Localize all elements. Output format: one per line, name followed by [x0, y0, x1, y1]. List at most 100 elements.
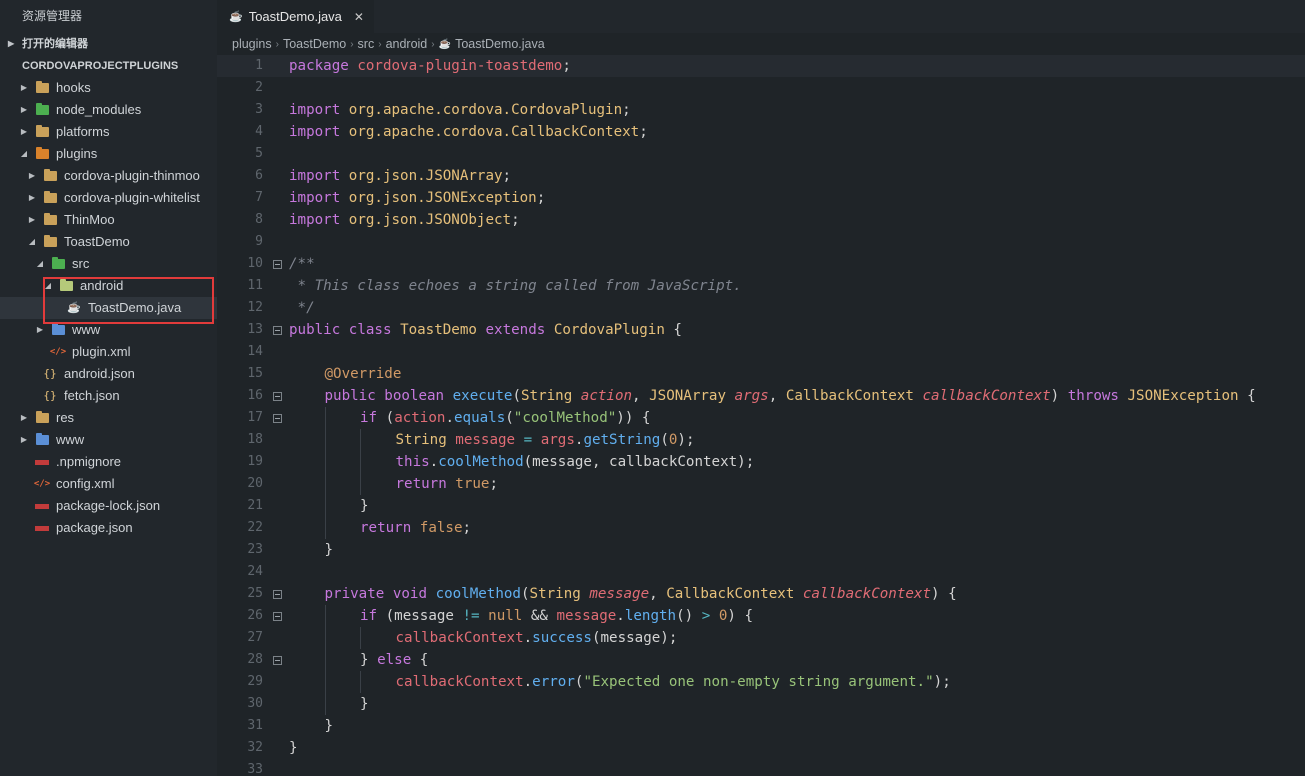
line-number: 24 [247, 564, 263, 579]
breadcrumb-item[interactable]: src [358, 37, 375, 51]
project-section[interactable]: CORDOVAPROJECTPLUGINS [0, 55, 217, 77]
fold-toggle-icon[interactable] [265, 649, 289, 671]
code-token: null [488, 608, 523, 624]
tree-item-plugin-xml[interactable]: </> plugin.xml [0, 341, 217, 363]
tree-item-www-plugin[interactable]: ▶ www [0, 319, 217, 341]
code-token: ; [562, 58, 571, 74]
code-token: "Expected one non-empty string argument.… [583, 674, 934, 690]
project-label: CORDOVAPROJECTPLUGINS [22, 60, 179, 72]
code-token: ; [511, 212, 520, 228]
line-number: 13 [247, 322, 263, 337]
tree-item-res[interactable]: ▶ res [0, 407, 217, 429]
code-token: ; [502, 168, 512, 184]
tree-item-src[interactable]: ◢ src [0, 253, 217, 275]
breadcrumb-item[interactable]: ToastDemo.java [455, 37, 545, 51]
code-token: JSONException [425, 190, 537, 206]
tree-item-toastdemo-java[interactable]: ☕ ToastDemo.java [0, 297, 217, 319]
folder-icon [34, 81, 50, 95]
line-number: 20 [247, 476, 263, 491]
fold-toggle-icon[interactable] [265, 319, 289, 341]
fold-toggle-icon[interactable] [265, 253, 289, 275]
editor-pane: ☕ ToastDemo.java ✕ plugins › ToastDemo ›… [217, 0, 1305, 776]
code-line: 20 return true; [217, 473, 1305, 495]
tree-item-hooks[interactable]: ▶ hooks [0, 77, 217, 99]
fold-toggle-icon[interactable] [265, 407, 289, 429]
code-token: . [523, 674, 533, 690]
code-token: ( [512, 388, 521, 404]
tree-item-label: cordova-plugin-whitelist [64, 190, 200, 205]
code-token: action [394, 410, 446, 426]
code-token: length [624, 608, 677, 624]
code-token: CallbackContext [511, 124, 640, 140]
code-token: ; [622, 102, 631, 118]
tree-item-thinmoo[interactable]: ▶ ThinMoo [0, 209, 217, 231]
tree-item-config-xml[interactable]: </> config.xml [0, 473, 217, 495]
fold-toggle-icon[interactable] [265, 605, 289, 627]
code-line: 26 if (message != null && message.length… [217, 605, 1305, 627]
tree-item-label: plugins [56, 146, 98, 161]
code-line: 6 import org.json.JSONArray; [217, 165, 1305, 187]
tree-item-package-json[interactable]: package.json [0, 517, 217, 539]
code-token: JSONException [1127, 388, 1239, 404]
tree-item-android[interactable]: ◢ android [0, 275, 217, 297]
tree-item-cordova-plugin-thinmoo[interactable]: ▶ cordova-plugin-thinmoo [0, 165, 217, 187]
tree-item-label: node_modules [56, 102, 142, 117]
line-number: 12 [247, 300, 263, 315]
tree-item-label: plugin.xml [72, 344, 131, 359]
breadcrumb-item[interactable]: ToastDemo [283, 37, 346, 51]
tree-item-www[interactable]: ▶ www [0, 429, 217, 451]
code-token: callbackContext [802, 586, 932, 602]
code-line: 22 return false; [217, 517, 1305, 539]
code-token: return [395, 476, 447, 492]
tree-item-node-modules[interactable]: ▶ node_modules [0, 99, 217, 121]
code-token: String [395, 432, 447, 448]
code-token: ) { [931, 586, 957, 602]
tree-item-fetch-json[interactable]: {} fetch.json [0, 385, 217, 407]
code-token: org.apache.cordova. [348, 102, 512, 118]
tree-item-platforms[interactable]: ▶ platforms [0, 121, 217, 143]
tree-item-toastdemo[interactable]: ◢ ToastDemo [0, 231, 217, 253]
tree-item-android-json[interactable]: {} android.json [0, 363, 217, 385]
chevron-down-icon: ◢ [20, 149, 28, 158]
code-token: CallbackContext [785, 388, 914, 404]
code-token: message [455, 432, 516, 448]
code-area[interactable]: 1 package cordova-plugin-toastdemo; 2 3 … [217, 55, 1305, 776]
code-token: ( [505, 410, 514, 426]
tree-item-label: www [56, 432, 85, 447]
folder-icon [42, 213, 58, 227]
code-token: ); [933, 674, 951, 690]
code-token: . [523, 630, 533, 646]
plugin-folder-icon [34, 147, 50, 161]
code-token: ; [639, 124, 648, 140]
chevron-right-icon: › [350, 38, 354, 50]
breadcrumb-item[interactable]: android [386, 37, 428, 51]
code-token: callbackContext [395, 630, 524, 646]
explorer-title: 资源管理器 [0, 0, 217, 33]
fold-toggle-icon[interactable] [265, 385, 289, 407]
code-token: ) [1050, 388, 1068, 404]
code-line: 3 import org.apache.cordova.CordovaPlugi… [217, 99, 1305, 121]
tree-item-npmignore[interactable]: .npmignore [0, 451, 217, 473]
code-token: true [455, 476, 490, 492]
tab-bar: ☕ ToastDemo.java ✕ [217, 0, 1305, 33]
fold-toggle-icon[interactable] [265, 583, 289, 605]
code-token: coolMethod [435, 586, 521, 602]
code-token: callbackContext [395, 674, 524, 690]
code-line: 24 [217, 561, 1305, 583]
breadcrumb-item[interactable]: plugins [232, 37, 272, 51]
code-token: , [768, 388, 786, 404]
open-editors-section[interactable]: ▶ 打开的编辑器 [0, 33, 217, 55]
folder-icon [34, 411, 50, 425]
code-line: 5 [217, 143, 1305, 165]
tree-item-cordova-plugin-whitelist[interactable]: ▶ cordova-plugin-whitelist [0, 187, 217, 209]
tree-item-package-lock-json[interactable]: package-lock.json [0, 495, 217, 517]
code-token: org.json. [348, 212, 426, 228]
tree-item-plugins[interactable]: ◢ plugins [0, 143, 217, 165]
npm-file-icon [34, 455, 50, 469]
tab-toastdemo-java[interactable]: ☕ ToastDemo.java ✕ [217, 0, 374, 33]
close-icon[interactable]: ✕ [354, 10, 364, 24]
tree-item-label: .npmignore [56, 454, 122, 469]
tree-item-label: platforms [56, 124, 110, 139]
tree-item-label: package-lock.json [56, 498, 161, 513]
